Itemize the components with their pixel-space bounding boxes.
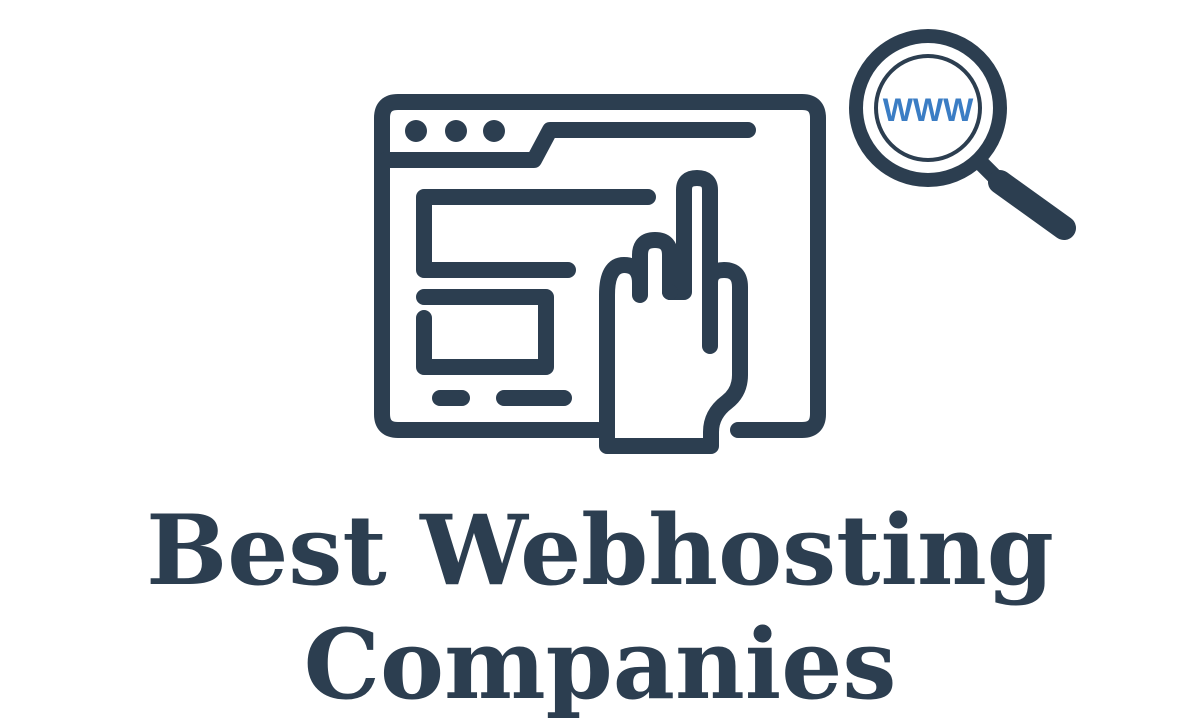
window-dot xyxy=(445,120,467,142)
magnifier-handle xyxy=(988,170,1076,240)
page-title-line-2: Companies xyxy=(303,608,897,721)
page-title-line-1: Best Webhosting xyxy=(146,494,1054,607)
www-label: WWW xyxy=(883,92,974,128)
browser-tab-bar xyxy=(378,122,756,168)
content-block-bottom xyxy=(416,289,554,375)
window-dot xyxy=(483,120,505,142)
window-dot xyxy=(405,120,427,142)
pointing-hand-icon xyxy=(599,170,748,454)
magnifying-glass-icon: WWW xyxy=(849,29,1076,240)
window-dots xyxy=(405,120,505,142)
